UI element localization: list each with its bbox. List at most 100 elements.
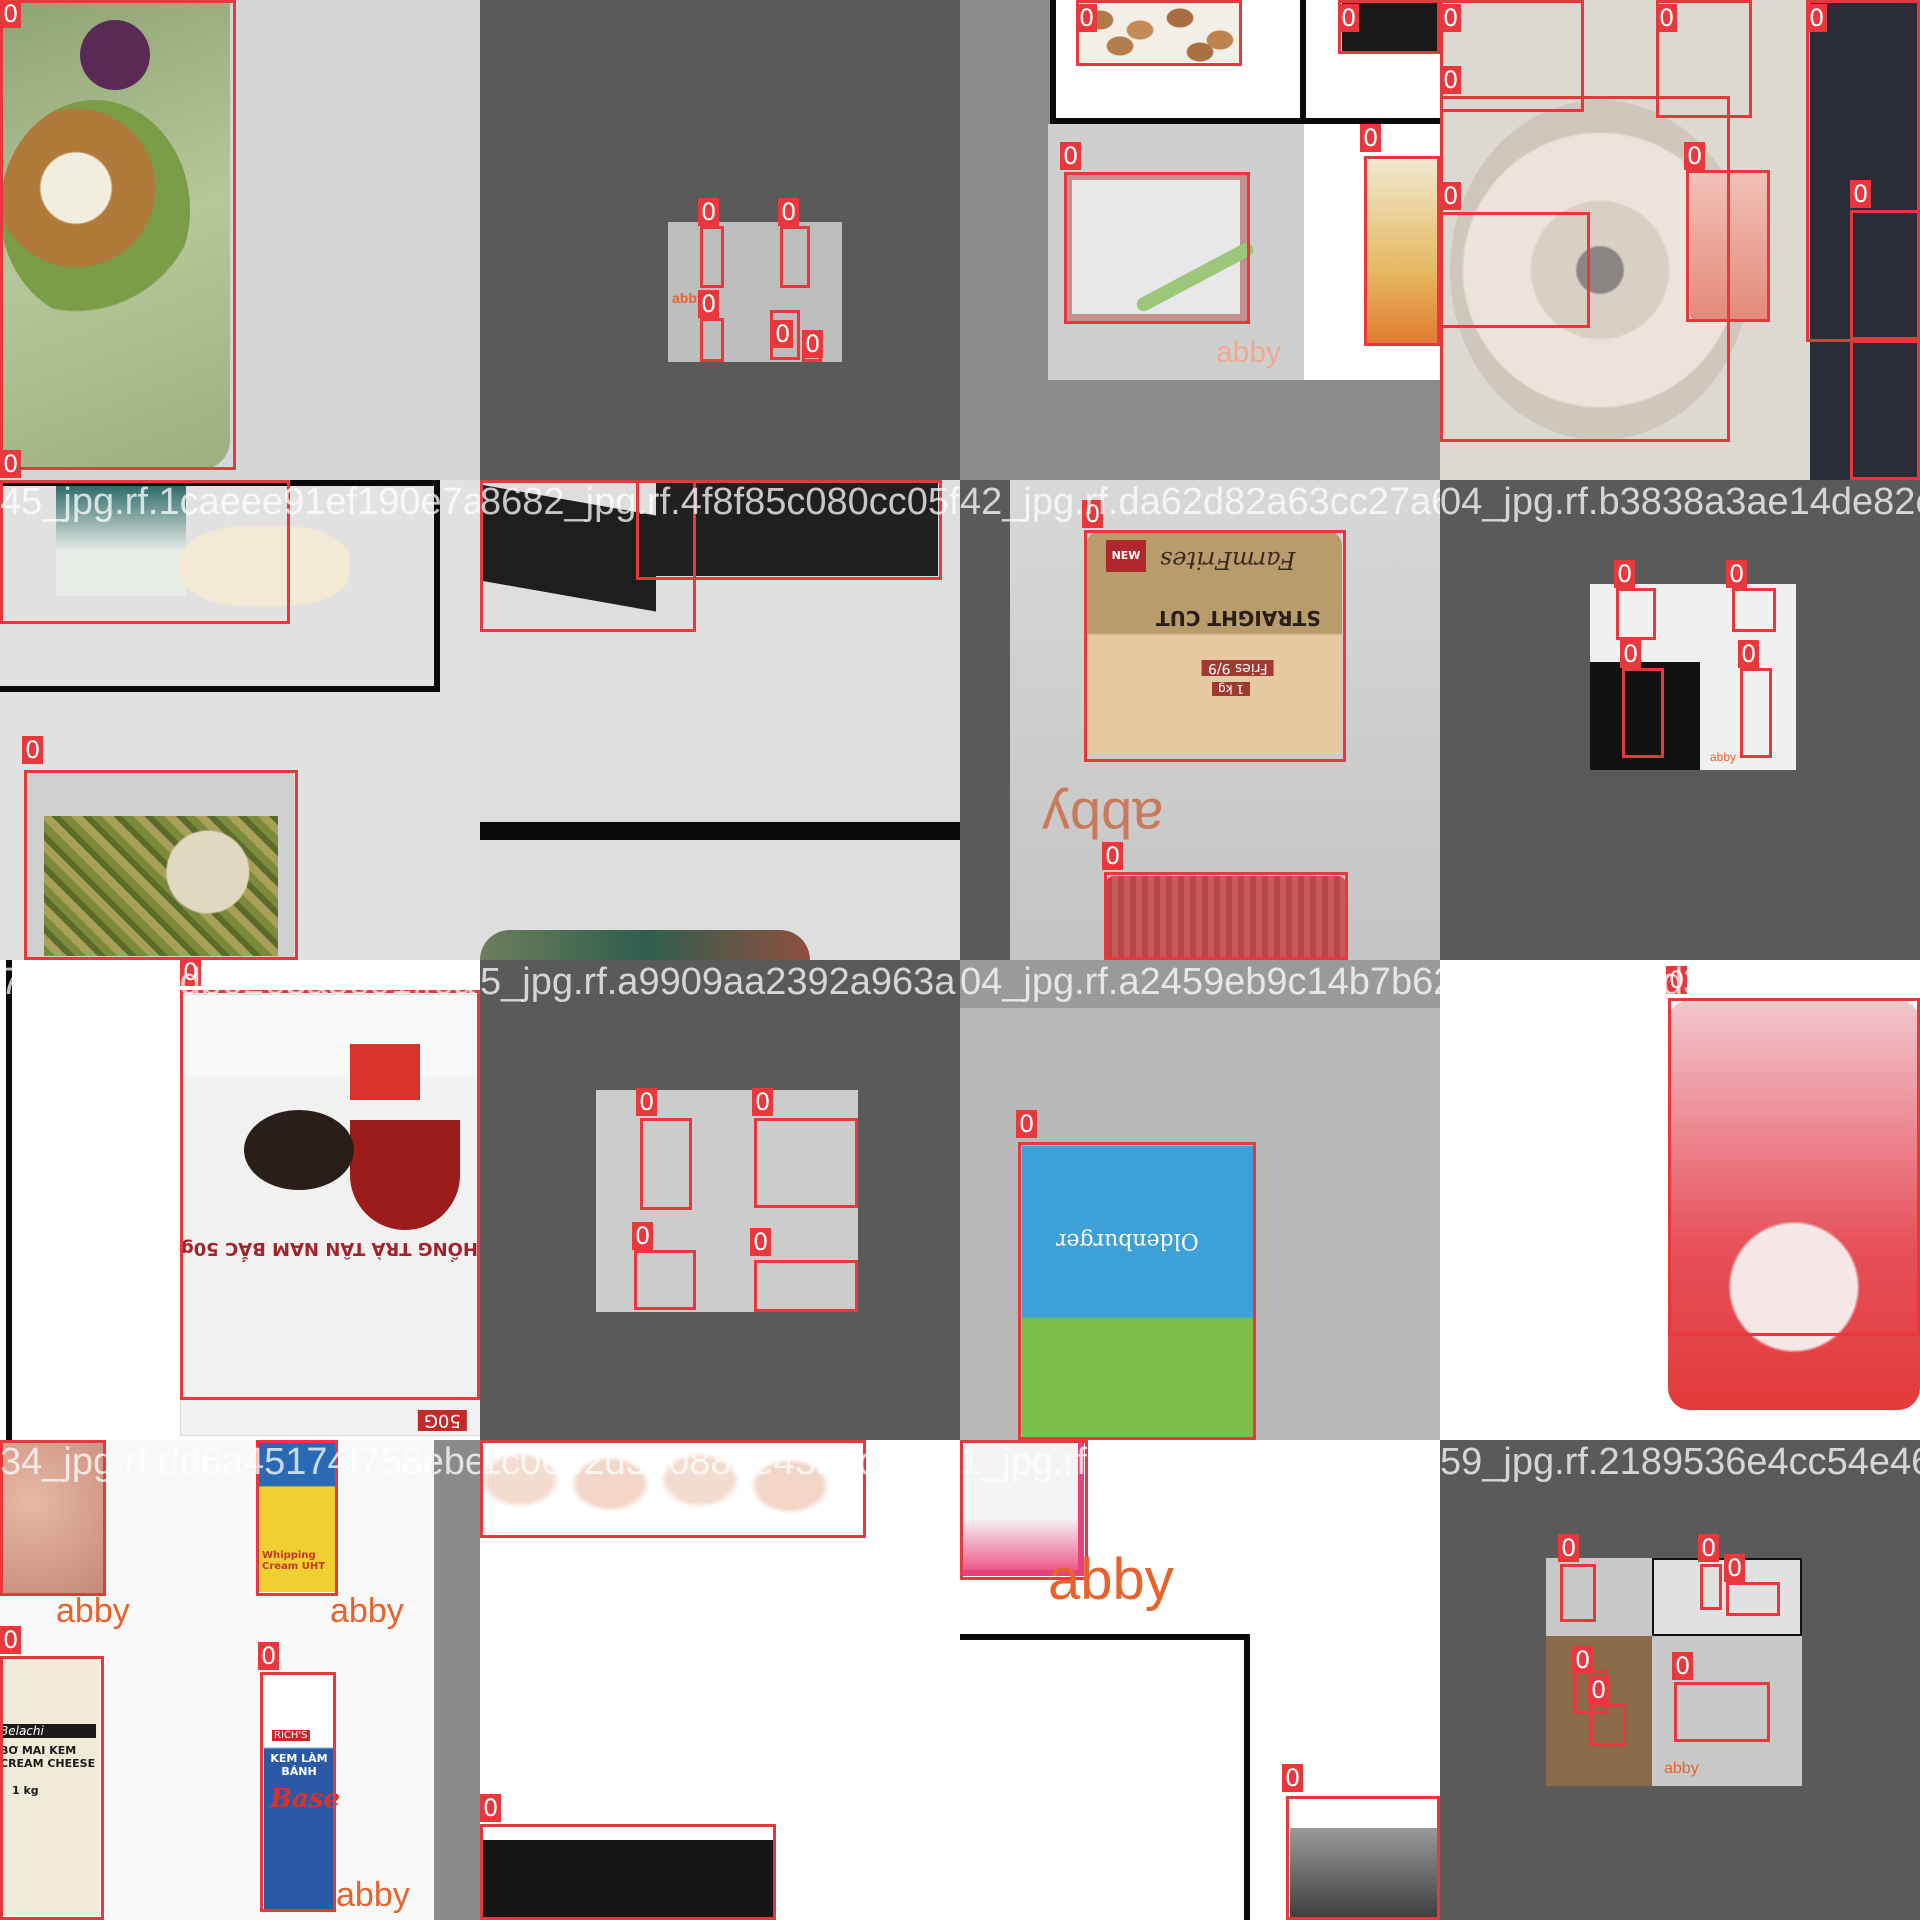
detection-box [1740,668,1772,758]
frame-line [1050,0,1056,122]
detection-box [1440,212,1590,328]
image-caption: 34_jpg.rf.dd6a45174f758ebe [0,1441,480,1483]
detection-box [480,1824,776,1920]
tile-13: 0 abby Whipping Cream UHT 0 abby Belachi… [0,1440,480,1920]
image-caption: 8682_jpg.rf.4f8f85c080cc05f [480,481,960,523]
tile-4: 0 0 0 0 0 0 0 [1440,0,1920,480]
detection-box [1850,340,1920,480]
frame-line [6,960,12,1440]
detection-box [754,1260,858,1312]
brand-logo: abby [56,1592,130,1630]
detection-box [700,318,724,362]
detection-box [1364,156,1440,346]
detection-box [0,1656,104,1920]
brand-logo: abby [1216,336,1282,369]
box-label: 0 [1338,4,1360,32]
box-label: 0 [698,290,720,318]
tile-11: Oldenburger 0 04_jpg.rf.a2459eb9c14b7b62 [960,960,1440,1440]
tile-5: 0 0 45_jpg.rf.1caeee91ef190e7a [0,480,480,960]
image-caption: 69_jpg.rf.8e8d31ad7d46acfb [1440,961,1920,1003]
tile-1: 0 0 [0,0,480,480]
image-caption: 1c06e2d380883e43b7dca98 [480,1441,960,1483]
box-label: 0 [1572,1646,1594,1674]
box-label: 0 [1558,1534,1580,1562]
box-label: 0 [1016,1110,1038,1138]
box-label: 0 [1102,842,1124,870]
detection-box [1076,0,1242,66]
brand-logo: abby [1710,750,1737,764]
tile-14: 0 0 1c06e2d380883e43b7dca98 [480,1440,960,1920]
tile-3: 0 0 abby 0 0 [960,0,1440,480]
box-label: 0 [1614,560,1636,588]
brand-logo: abby [330,1592,404,1630]
detection-box [0,0,236,470]
detection-box [1850,210,1920,340]
detection-box [700,226,724,288]
box-label: 0 [1076,4,1098,32]
detection-box [1622,668,1664,758]
tile-16: abby 0 0 0 0 0 0 59_jpg.rf.2189536e4cc54… [1440,1440,1920,1920]
grey-side [434,1440,480,1920]
detection-box [1686,170,1770,322]
detection-box [1674,1682,1770,1742]
detection-box [1668,998,1920,1336]
tile-10: 0 0 0 0 5_jpg.rf.a9909aa2392a963a [480,960,960,1440]
tile-8: abby 0 0 0 0 04_jpg.rf.b3838a3ae14de82c [1440,480,1920,960]
tile-15: 0 abby 0 1_jpg.rf.e82667d7ab4daff93c [960,1440,1440,1920]
box-label: 0 [1698,1534,1720,1562]
box-label: 0 [1726,560,1748,588]
box-label: 0 [258,1642,280,1670]
image-caption: 04_jpg.rf.b3838a3ae14de82c [1440,481,1920,523]
box-label: 0 [1684,142,1706,170]
brand-logo: abby [1664,1760,1699,1777]
box-label: 0 [1656,4,1678,32]
box-label: 0 [698,198,720,226]
frame-line [960,1634,1250,1640]
box-label: 0 [802,330,824,358]
frame-line [480,822,960,840]
brand-logo: abby [336,1876,410,1914]
mosaic-grid: 0 0 abby 0 0 0 0 0 0 0 abby 0 0 0 0 0 0 … [0,0,1920,1920]
detection-box [1104,872,1348,960]
box-label: 0 [1282,1764,1304,1792]
detection-box [1018,1142,1256,1440]
box-label: 0 [636,1088,658,1116]
box-label: 0 [0,0,22,28]
image-caption: 1_jpg.rf.e82667d7ab4daff93c [960,1441,1440,1483]
box-label: 0 [1620,640,1642,668]
image-caption: 59_jpg.rf.2189536e4cc54e46 [1440,1441,1920,1483]
tile-9: HỒNG TRÀ TÂN NAM BẮC 50g 50G 0 76_jpg.rf… [0,960,480,1440]
detection-box [780,226,810,288]
box-label: 0 [22,736,44,764]
box-label: 0 [1806,4,1828,32]
box-label: 0 [772,320,794,348]
box-label: 0 [1360,124,1382,152]
box-label: 0 [752,1088,774,1116]
box-label: 0 [1440,66,1462,94]
detection-box [640,1118,692,1210]
image-caption: 42_jpg.rf.da62d82a63cc27a6 [960,481,1440,523]
box-label: 0 [1588,1676,1610,1704]
box-label: 0 [480,1794,502,1822]
tea-weight: 50G [418,1410,467,1431]
box-label: 0 [750,1228,772,1256]
detection-box [1560,1564,1596,1622]
box-label: 0 [0,1626,22,1654]
leaf-pouch [480,930,810,960]
detection-box [754,1118,858,1208]
tile-7: NEW FarmFrites STRAIGHT CUT Fries 9/9 1 … [960,480,1440,960]
detection-box [1084,530,1346,762]
box-label: 0 [1738,640,1760,668]
tile-2: abby 0 0 0 0 0 [480,0,960,480]
frame-line [1300,0,1306,122]
box-label: 0 [778,198,800,226]
detection-box [1590,1704,1626,1746]
box-label: 0 [1440,4,1462,32]
image-caption: 04_jpg.rf.a2459eb9c14b7b62 [960,961,1440,1003]
box-label: 0 [1440,182,1462,210]
image-caption: 76_jpg.rf.1db0263a5e91ff6a [0,961,475,1003]
image-caption: 45_jpg.rf.1caeee91ef190e7a [0,481,480,523]
brand-logo: abby [1048,1547,1174,1612]
box-label: 0 [1060,142,1082,170]
detection-box [1286,1796,1440,1920]
